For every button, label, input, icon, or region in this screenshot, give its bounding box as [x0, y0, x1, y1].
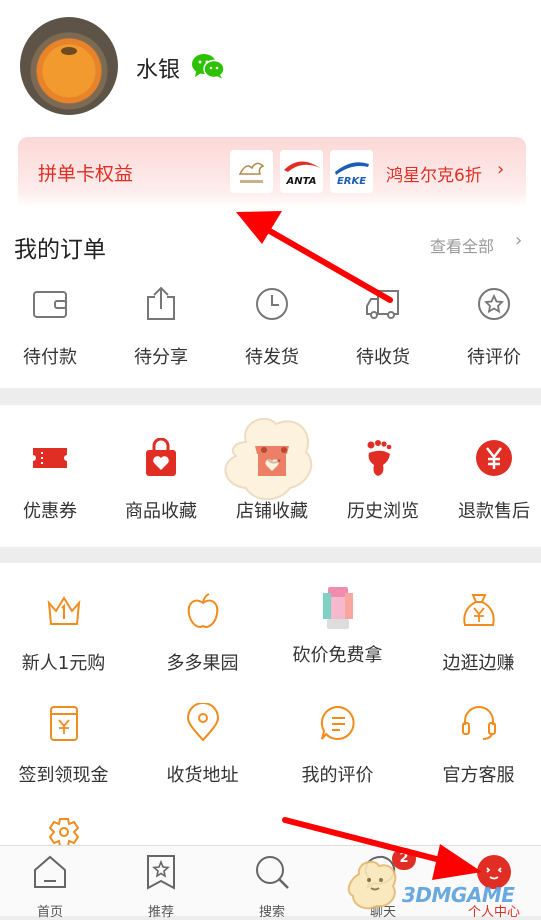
- tab-search[interactable]: 搜索: [218, 846, 326, 920]
- watermark-text: 3DMGAME: [402, 883, 515, 907]
- profile-header: 水银 拼单卡权益 ANTA ERKE 鸿星尔克6折 ›: [0, 0, 541, 207]
- brand-logo-erke: ERKE: [330, 150, 373, 193]
- pin-card-title: 拼单卡权益: [38, 163, 134, 185]
- clock-icon: [256, 288, 288, 320]
- orders-title: 我的订单: [14, 237, 106, 263]
- order-label: 待评价: [467, 347, 521, 368]
- store-favorites-item[interactable]: 店铺收藏: [218, 438, 326, 523]
- truck-icon: [366, 290, 399, 319]
- tab-label: 推荐: [147, 905, 174, 920]
- favorite-label: 店铺收藏: [236, 501, 308, 522]
- chevron-right-icon: ›: [497, 159, 505, 180]
- favorite-label: 优惠券: [23, 501, 77, 522]
- brand-anta-text: ANTA: [286, 176, 317, 187]
- chat-unread-badge: 2: [392, 848, 416, 870]
- pin-card-banner[interactable]: 拼单卡权益 ANTA ERKE 鸿星尔克6折 ›: [18, 137, 526, 207]
- brand-logo-anta: ANTA: [280, 150, 323, 193]
- tab-home[interactable]: 首页: [0, 846, 104, 920]
- bargain-free-item[interactable]: 砍价免费拿: [270, 583, 405, 667]
- tab-recommend[interactable]: 推荐: [107, 846, 215, 920]
- review-star-icon: [478, 288, 510, 320]
- duoduo-orchard-item[interactable]: 多多果园: [135, 591, 270, 675]
- order-label: 待收货: [356, 347, 410, 368]
- order-label: 待付款: [23, 347, 77, 368]
- tool-label: 收货地址: [166, 765, 239, 786]
- pin-card-discount: 鸿星尔克6折: [386, 166, 482, 186]
- shipping-address-item[interactable]: 收货地址: [135, 702, 270, 787]
- tool-label: 新人1元购: [21, 653, 106, 674]
- order-pending-shipment[interactable]: 待发货: [218, 285, 326, 369]
- favorite-label: 历史浏览: [347, 501, 419, 522]
- username: 水银: [136, 58, 181, 83]
- headset-icon: [461, 706, 496, 740]
- tool-label: 我的评价: [301, 765, 374, 786]
- money-bag-icon: [462, 594, 495, 626]
- tool-label: 官方客服: [442, 765, 515, 786]
- crown-icon: [47, 596, 80, 625]
- order-pending-receipt[interactable]: 待收货: [329, 285, 437, 369]
- search-icon: [256, 856, 289, 889]
- chevron-right-icon: ›: [515, 230, 523, 251]
- my-reviews-item[interactable]: 我的评价: [270, 703, 405, 787]
- tool-label: 多多果园: [166, 653, 239, 674]
- order-label: 待分享: [134, 347, 188, 368]
- tools-section: 新人1元购 多多果园 砍价免费拿 边逛边赚 签到领现金 收货地址 我的评价 官方…: [0, 563, 541, 853]
- footprint-icon: [367, 440, 392, 476]
- brand-logo-horse: [230, 150, 273, 193]
- order-pending-share[interactable]: 待分享: [107, 285, 215, 369]
- order-label: 待发货: [245, 347, 299, 368]
- tool-label: 边逛边赚: [442, 653, 515, 674]
- order-pending-review[interactable]: 待评价: [440, 285, 541, 369]
- tool-label: 签到领现金: [18, 765, 109, 786]
- comment-icon: [320, 705, 355, 740]
- avatar[interactable]: [20, 17, 118, 115]
- official-service-item[interactable]: 官方客服: [411, 703, 541, 787]
- store-heart-icon: [255, 446, 289, 476]
- location-pin-icon: [186, 702, 219, 742]
- favorite-label: 退款售后: [458, 501, 530, 522]
- view-all-orders-link[interactable]: 查看全部: [430, 233, 494, 257]
- refund-aftersales-item[interactable]: 退款售后: [440, 438, 541, 523]
- yen-calendar-icon: [49, 706, 78, 741]
- tab-label: 搜索: [258, 905, 285, 920]
- bag-heart-icon: [146, 437, 176, 476]
- earn-while-browsing-item[interactable]: 边逛边赚: [411, 591, 541, 675]
- tool-label: 砍价免费拿: [292, 645, 383, 666]
- yen-icon: [476, 440, 512, 476]
- tab-label: 首页: [36, 905, 63, 920]
- checkin-cash-item[interactable]: 签到领现金: [0, 703, 131, 787]
- order-pending-payment[interactable]: 待付款: [0, 285, 104, 369]
- juicer-icon: [322, 587, 353, 629]
- wechat-icon: [192, 54, 225, 79]
- orders-section: 我的订单 查看全部 › 待付款 待分享 待发货 待收货 待评价: [0, 205, 541, 388]
- coupons-item[interactable]: 优惠券: [0, 438, 104, 523]
- wallet-icon: [33, 291, 67, 318]
- brand-erke-text: ERKE: [336, 176, 367, 187]
- apple-icon: [187, 593, 218, 628]
- newbie-one-yuan-item[interactable]: 新人1元购: [0, 591, 131, 675]
- favorite-label: 商品收藏: [125, 501, 197, 522]
- orders-row: 待付款 待分享 待发货 待收货 待评价: [0, 285, 541, 375]
- share-icon: [147, 286, 175, 320]
- favorites-section: 优惠券 商品收藏 店铺收藏 历史浏览 退款售后: [0, 405, 541, 547]
- recommend-icon: [147, 855, 175, 890]
- goods-favorites-item[interactable]: 商品收藏: [107, 437, 215, 523]
- coupon-icon: [33, 448, 67, 468]
- home-icon: [34, 855, 66, 888]
- browse-history-item[interactable]: 历史浏览: [329, 438, 437, 523]
